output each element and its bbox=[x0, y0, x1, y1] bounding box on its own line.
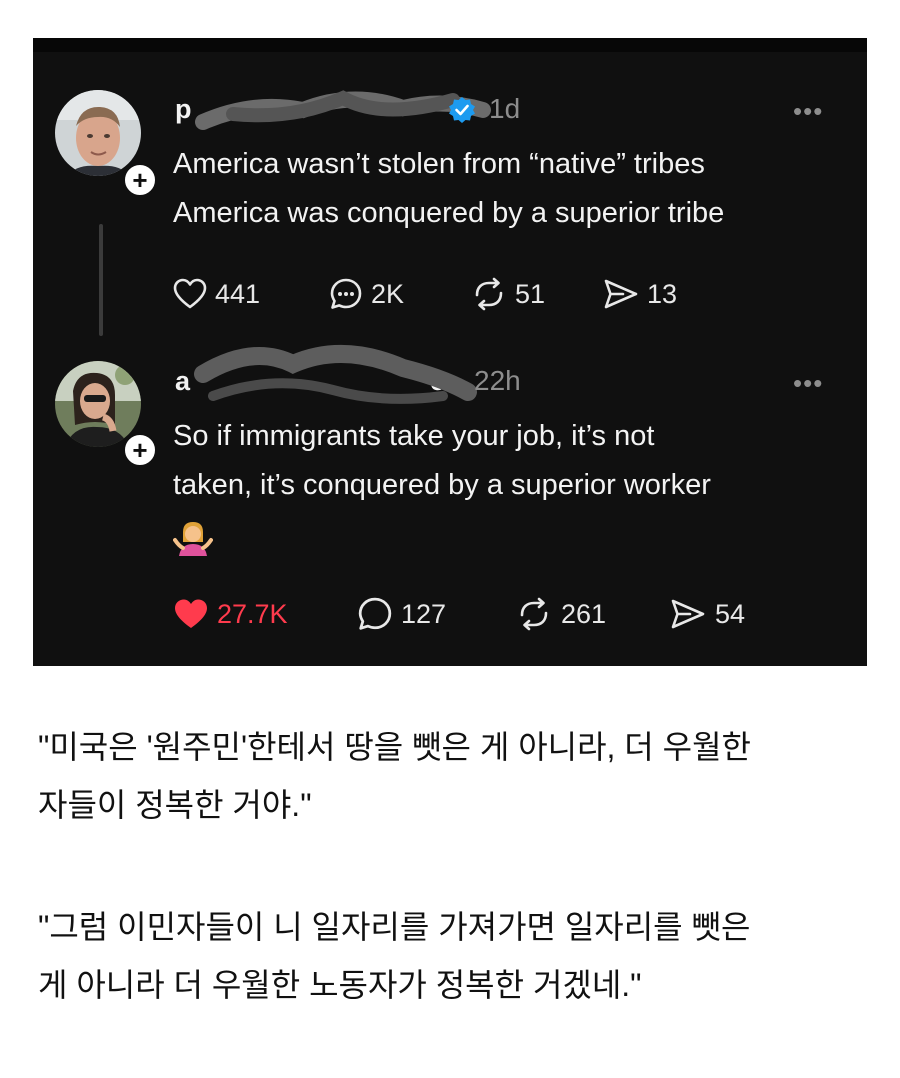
reply-count: 127 bbox=[401, 598, 447, 629]
reply-count: 2K bbox=[371, 278, 405, 309]
more-icon[interactable]: ••• bbox=[793, 368, 823, 399]
repost-button[interactable]: 261 bbox=[515, 594, 606, 634]
caption-quote-1-line-2: 자들이 정복한 거야." bbox=[38, 787, 312, 823]
post-2-actions: 27.7K 127 261 54 bbox=[173, 594, 793, 634]
reply-bubble-icon bbox=[358, 597, 392, 630]
repost-icon bbox=[520, 597, 548, 631]
thread-connector-line bbox=[99, 224, 103, 336]
repost-count: 51 bbox=[515, 278, 546, 309]
person-shrugging-emoji bbox=[173, 522, 213, 556]
repost-count: 261 bbox=[561, 598, 607, 629]
plus-icon: + bbox=[132, 435, 148, 465]
avatar-post-2[interactable] bbox=[55, 361, 141, 447]
share-button[interactable]: 13 bbox=[603, 274, 677, 314]
timestamp-post-1: 1d bbox=[489, 93, 521, 124]
share-count: 13 bbox=[647, 278, 678, 309]
threads-screenshot: + p 1d ••• America wasn’t stolen from “n… bbox=[33, 38, 867, 666]
repost-button[interactable]: 51 bbox=[471, 274, 545, 314]
share-button[interactable]: 54 bbox=[669, 594, 745, 634]
username-redaction-scribble bbox=[194, 344, 477, 404]
caption-quote-2-line-1: "그럼 이민자들이 니 일자리를 가져가면 일자리를 뺏은 bbox=[38, 909, 751, 945]
share-icon bbox=[604, 279, 638, 309]
repost-icon bbox=[475, 277, 503, 311]
timestamp-post-2: 22h bbox=[474, 365, 521, 396]
more-icon[interactable]: ••• bbox=[793, 96, 823, 127]
post-text-line-2: America was conquered by a superior trib… bbox=[173, 197, 725, 229]
heart-icon bbox=[173, 278, 207, 309]
avatar-post-1[interactable] bbox=[55, 90, 141, 176]
like-button[interactable]: 441 bbox=[173, 274, 260, 314]
like-button[interactable]: 27.7K bbox=[173, 594, 288, 634]
like-count: 441 bbox=[215, 278, 261, 309]
share-icon bbox=[671, 599, 705, 629]
like-count: 27.7K bbox=[217, 598, 288, 629]
avatar-woman-photo bbox=[55, 361, 141, 447]
share-count: 54 bbox=[715, 598, 746, 629]
reply-bubble-icon bbox=[330, 278, 362, 309]
caption-quote-2-line-2: 게 아니라 더 우월한 노동자가 정복한 거겠네." bbox=[38, 967, 642, 1003]
verified-badge-icon bbox=[449, 97, 475, 123]
reply-button[interactable]: 127 bbox=[357, 594, 446, 634]
follow-button-post-2[interactable]: + bbox=[122, 432, 158, 468]
reply-button[interactable]: 2K bbox=[329, 274, 404, 314]
post-text-line-1: So if immigrants take your job, it’s not bbox=[173, 420, 655, 452]
plus-icon: + bbox=[132, 165, 148, 195]
top-edge bbox=[33, 38, 867, 52]
post-text-line-1: America wasn’t stolen from “native” trib… bbox=[173, 148, 705, 180]
caption-quote-1-line-1: "미국은 '원주민'한테서 땅을 뺏은 게 아니라, 더 우월한 bbox=[38, 729, 751, 765]
post-1-actions: 441 2K 51 13 bbox=[173, 274, 773, 314]
follow-button-post-1[interactable]: + bbox=[122, 162, 158, 198]
avatar-man-photo bbox=[55, 90, 141, 176]
heart-icon bbox=[175, 599, 207, 628]
post-text-line-2: taken, it’s conquered by a superior work… bbox=[173, 469, 711, 501]
